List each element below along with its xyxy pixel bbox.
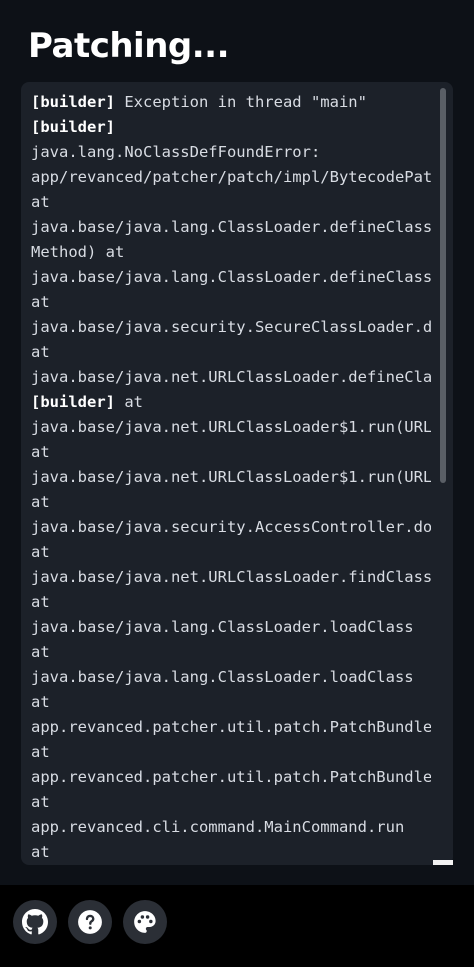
console-line: at xyxy=(31,690,431,715)
console-line: app/revanced/patcher/patch/impl/Bytecode… xyxy=(31,165,431,190)
console-line: java.base/java.lang.ClassLoader.defineCl… xyxy=(31,265,431,290)
console-line-text: java.lang.NoClassDefFoundError: xyxy=(31,143,321,161)
console-line-text: app.revanced.cli.command.MainCommand.run xyxy=(31,818,405,836)
console-line-text: java.base/java.lang.ClassLoader.loadClas… xyxy=(31,668,414,686)
console-line: at xyxy=(31,440,431,465)
console-line-text: at xyxy=(115,393,143,411)
console-line-text: at xyxy=(31,693,50,711)
console-line: app.revanced.patcher.util.patch.PatchBun… xyxy=(31,765,431,790)
palette-icon xyxy=(132,909,158,935)
console-line-text: java.base/java.net.URLClassLoader.define… xyxy=(31,368,431,386)
console-line-text: at xyxy=(31,793,50,811)
console-line: java.base/java.security.AccessController… xyxy=(31,515,431,540)
page-title: Patching... xyxy=(28,26,230,66)
console-line: java.base/java.lang.ClassLoader.loadClas… xyxy=(31,665,431,690)
console-line: app.revanced.patcher.util.patch.PatchBun… xyxy=(31,715,431,740)
console-line-text: at xyxy=(31,593,50,611)
console-line: app.revanced.cli.command.MainCommand.run xyxy=(31,815,431,840)
console-line: java.base/java.security.SecureClassLoade… xyxy=(31,315,431,340)
console-line-text: app.revanced.patcher.util.patch.PatchBun… xyxy=(31,718,431,736)
console-output[interactable]: [builder] Exception in thread "main" [bui… xyxy=(21,82,453,865)
console-log-list: [builder] Exception in thread "main" [bui… xyxy=(31,90,431,865)
console-line-tag: [builder] xyxy=(31,393,115,411)
console-line: at xyxy=(31,490,431,515)
console-line: at xyxy=(31,640,431,665)
console-line-text: app/revanced/patcher/patch/impl/Bytecode… xyxy=(31,168,431,186)
console-line: [builder] xyxy=(31,115,431,140)
console-line: at xyxy=(31,840,431,865)
console-line-text: at xyxy=(31,493,50,511)
console-line: at xyxy=(31,740,431,765)
console-line: at xyxy=(31,340,431,365)
console-line-text: at xyxy=(31,193,50,211)
console-line-text: at xyxy=(31,343,50,361)
text-cursor-indicator xyxy=(433,860,453,865)
console-line-text: Method) at xyxy=(31,243,125,261)
bottom-toolbar xyxy=(0,885,474,967)
console-line-text: java.base/java.net.URLClassLoader$1.run(… xyxy=(31,418,431,436)
console-line: java.base/java.lang.ClassLoader.loadClas… xyxy=(31,615,431,640)
console-line: at xyxy=(31,590,431,615)
console-line: java.base/java.net.URLClassLoader.define… xyxy=(31,365,431,390)
console-line-text: at xyxy=(31,443,50,461)
console-scrollbar-thumb[interactable] xyxy=(440,88,446,483)
console-line-text: java.base/java.lang.ClassLoader.loadClas… xyxy=(31,618,414,636)
console-line: at xyxy=(31,540,431,565)
console-line-text: at xyxy=(31,743,50,761)
console-line-text: at xyxy=(31,843,50,861)
console-line-text: java.base/java.net.URLClassLoader.findCl… xyxy=(31,568,431,586)
console-line: [builder] Exception in thread "main" xyxy=(31,90,431,115)
console-line: java.base/java.net.URLClassLoader$1.run(… xyxy=(31,465,431,490)
console-line-text: java.base/java.net.URLClassLoader$1.run(… xyxy=(31,468,431,486)
console-line-tag: [builder] xyxy=(31,118,115,136)
console-line: java.base/java.lang.ClassLoader.defineCl… xyxy=(31,215,431,240)
console-line: at xyxy=(31,290,431,315)
console-line: java.base/java.net.URLClassLoader$1.run(… xyxy=(31,415,431,440)
help-icon xyxy=(77,909,103,935)
console-line-text: at xyxy=(31,543,50,561)
console-line: Method) at xyxy=(31,240,431,265)
console-line: java.base/java.net.URLClassLoader.findCl… xyxy=(31,565,431,590)
console-line-tag: [builder] xyxy=(31,93,115,111)
console-line-text: java.base/java.lang.ClassLoader.defineCl… xyxy=(31,218,431,236)
theme-button[interactable] xyxy=(123,900,167,944)
console-line-text: at xyxy=(31,643,50,661)
console-line-text: app.revanced.patcher.util.patch.PatchBun… xyxy=(31,768,431,786)
help-button[interactable] xyxy=(68,900,112,944)
console-line: [builder] at xyxy=(31,390,431,415)
console-line-text: Exception in thread "main" xyxy=(115,93,367,111)
console-line: at xyxy=(31,790,431,815)
console-line-text: java.base/java.security.SecureClassLoade… xyxy=(31,318,431,336)
console-line-text: java.base/java.security.AccessController… xyxy=(31,518,431,536)
console-line-text: at xyxy=(31,293,50,311)
github-icon xyxy=(22,909,48,935)
console-line-text: java.base/java.lang.ClassLoader.defineCl… xyxy=(31,268,431,286)
github-button[interactable] xyxy=(13,900,57,944)
console-scrollbar[interactable] xyxy=(440,88,446,858)
console-line: at xyxy=(31,190,431,215)
console-line: java.lang.NoClassDefFoundError: xyxy=(31,140,431,165)
